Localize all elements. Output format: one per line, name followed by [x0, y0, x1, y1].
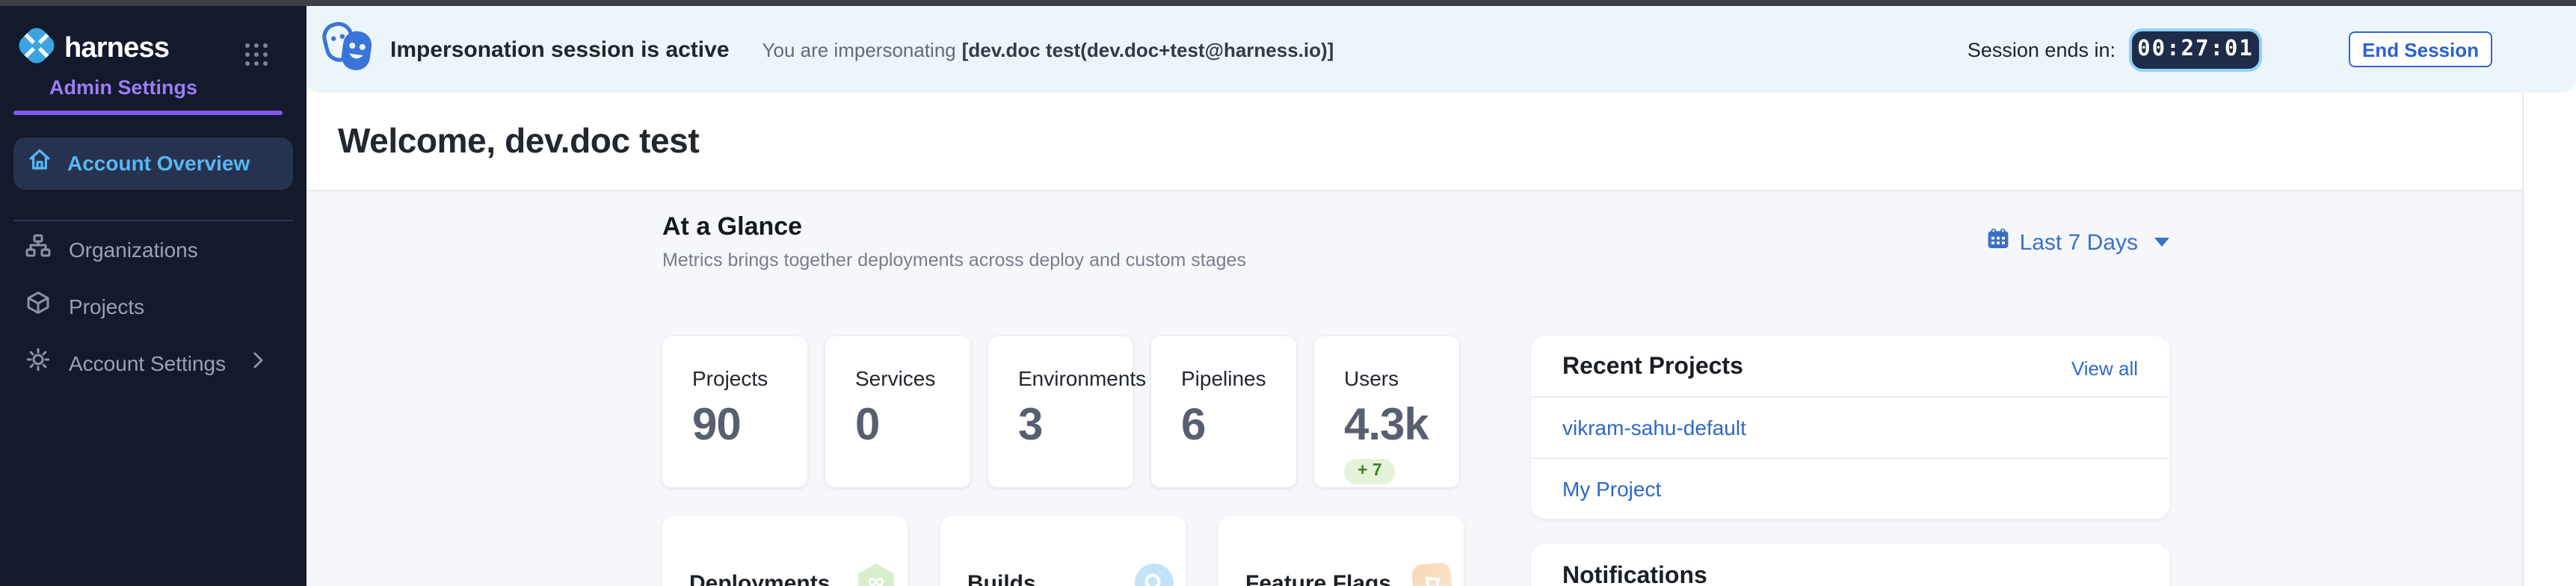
metric-value: 4.3k: [1344, 402, 1450, 450]
module-card-builds[interactable]: Builds: [940, 516, 1186, 586]
metric-value: 6: [1181, 402, 1287, 450]
sidebar-item-account-overview[interactable]: Account Overview: [13, 137, 293, 189]
harness-logo-icon: [13, 22, 60, 76]
recent-projects-title: Recent Projects: [1562, 354, 1743, 381]
metric-label: Pipelines: [1181, 366, 1287, 390]
banner-subtitle: You are impersonating[dev.doc test(dev.d…: [762, 38, 1334, 61]
metric-label: Projects: [692, 366, 798, 390]
metric-value: 90: [692, 402, 798, 450]
sidebar-item-label: Projects: [69, 294, 144, 318]
module-label: Deployments: [689, 570, 830, 586]
admin-settings-label: Admin Settings: [49, 76, 306, 99]
welcome-bar: Welcome, dev.doc test: [306, 93, 2522, 191]
module-label: Feature Flags: [1245, 570, 1391, 586]
recent-projects-card: Recent Projects View all vikram-sahu-def…: [1531, 336, 2169, 519]
metric-value: 3: [1018, 402, 1124, 450]
theater-masks-icon: [318, 19, 378, 80]
metric-label: Environments: [1018, 366, 1124, 390]
magnifier-icon: [1135, 564, 1174, 586]
metric-card-environments[interactable]: Environments 3: [988, 336, 1133, 487]
gear-icon: [25, 346, 51, 379]
glance-title: At a Glance: [662, 212, 1246, 242]
project-link-vikram-sahu-default[interactable]: vikram-sahu-default: [1531, 398, 2169, 457]
scrollbar-gutter[interactable]: [2522, 93, 2576, 586]
screen: harness Admin Settings Account Overvi: [0, 0, 2576, 586]
cube-icon: [25, 289, 51, 322]
impersonation-banner: Impersonation session is active You are …: [306, 6, 2576, 93]
page-title: Welcome, dev.doc test: [338, 121, 699, 161]
module-label: Builds: [967, 570, 1036, 586]
apps-grid-icon[interactable]: [245, 43, 268, 67]
org-chart-icon: [25, 232, 51, 265]
sidebar-item-organizations[interactable]: Organizations: [0, 220, 306, 277]
end-session-button[interactable]: End Session: [2349, 31, 2492, 67]
sidebar-nav: Account Overview Organizations: [0, 137, 306, 391]
logo-text: harness: [64, 33, 169, 66]
metric-value: 0: [855, 402, 961, 450]
notifications-card: Notifications: [1531, 544, 2169, 586]
metrics-row: Projects 90 Services 0 Envir: [662, 336, 1464, 487]
metric-label: Services: [855, 366, 961, 390]
sidebar-item-label: Account Overview: [67, 151, 250, 175]
infinity-icon: ∞: [857, 564, 896, 586]
chevron-down-icon: [2154, 238, 2169, 247]
banner-title: Impersonation session is active: [390, 37, 730, 62]
impersonated-user: [dev.doc test(dev.doc+test@harness.io)]: [962, 38, 1334, 61]
window-top-strip: [0, 0, 2576, 6]
sidebar-item-label: Account Settings: [69, 351, 226, 374]
glance-heading-block: At a Glance Metrics brings together depl…: [662, 212, 1246, 271]
glance-subtitle: Metrics brings together deployments acro…: [662, 250, 1246, 271]
sidebar-item-projects[interactable]: Projects: [0, 277, 306, 334]
metric-card-pipelines[interactable]: Pipelines 6: [1151, 336, 1296, 487]
accent-underline: [13, 111, 283, 114]
users-delta-badge: + 7: [1344, 459, 1396, 484]
sidebar: harness Admin Settings Account Overvi: [0, 6, 306, 586]
metric-card-projects[interactable]: Projects 90: [662, 336, 807, 487]
session-timer: 00:27:01: [2129, 28, 2262, 71]
metric-label: Users: [1344, 366, 1450, 390]
metric-card-users[interactable]: Users 4.3k + 7: [1314, 336, 1459, 487]
notifications-title: Notifications: [1562, 564, 2138, 586]
project-link-my-project[interactable]: My Project: [1531, 457, 2169, 519]
chevron-right-icon: [253, 349, 265, 376]
sidebar-item-account-settings[interactable]: Account Settings: [0, 334, 306, 391]
view-all-link[interactable]: View all: [2071, 357, 2138, 379]
sidebar-item-label: Organizations: [69, 237, 198, 261]
module-card-deployments[interactable]: Deployments ∞: [662, 516, 908, 586]
date-range-label: Last 7 Days: [2020, 229, 2138, 255]
dashboard-content: At a Glance Metrics brings together depl…: [306, 191, 2522, 586]
session-ends-label: Session ends in:: [1968, 38, 2116, 61]
flag-icon: [1411, 561, 1453, 586]
module-card-feature-flags[interactable]: Feature Flags: [1218, 516, 1464, 586]
date-range-filter[interactable]: Last 7 Days: [1987, 227, 2169, 257]
metric-card-services[interactable]: Services 0: [825, 336, 970, 487]
modules-row: Deployments ∞ Builds: [662, 516, 1464, 586]
calendar-icon: [1987, 227, 2009, 257]
home-icon: [27, 146, 52, 179]
